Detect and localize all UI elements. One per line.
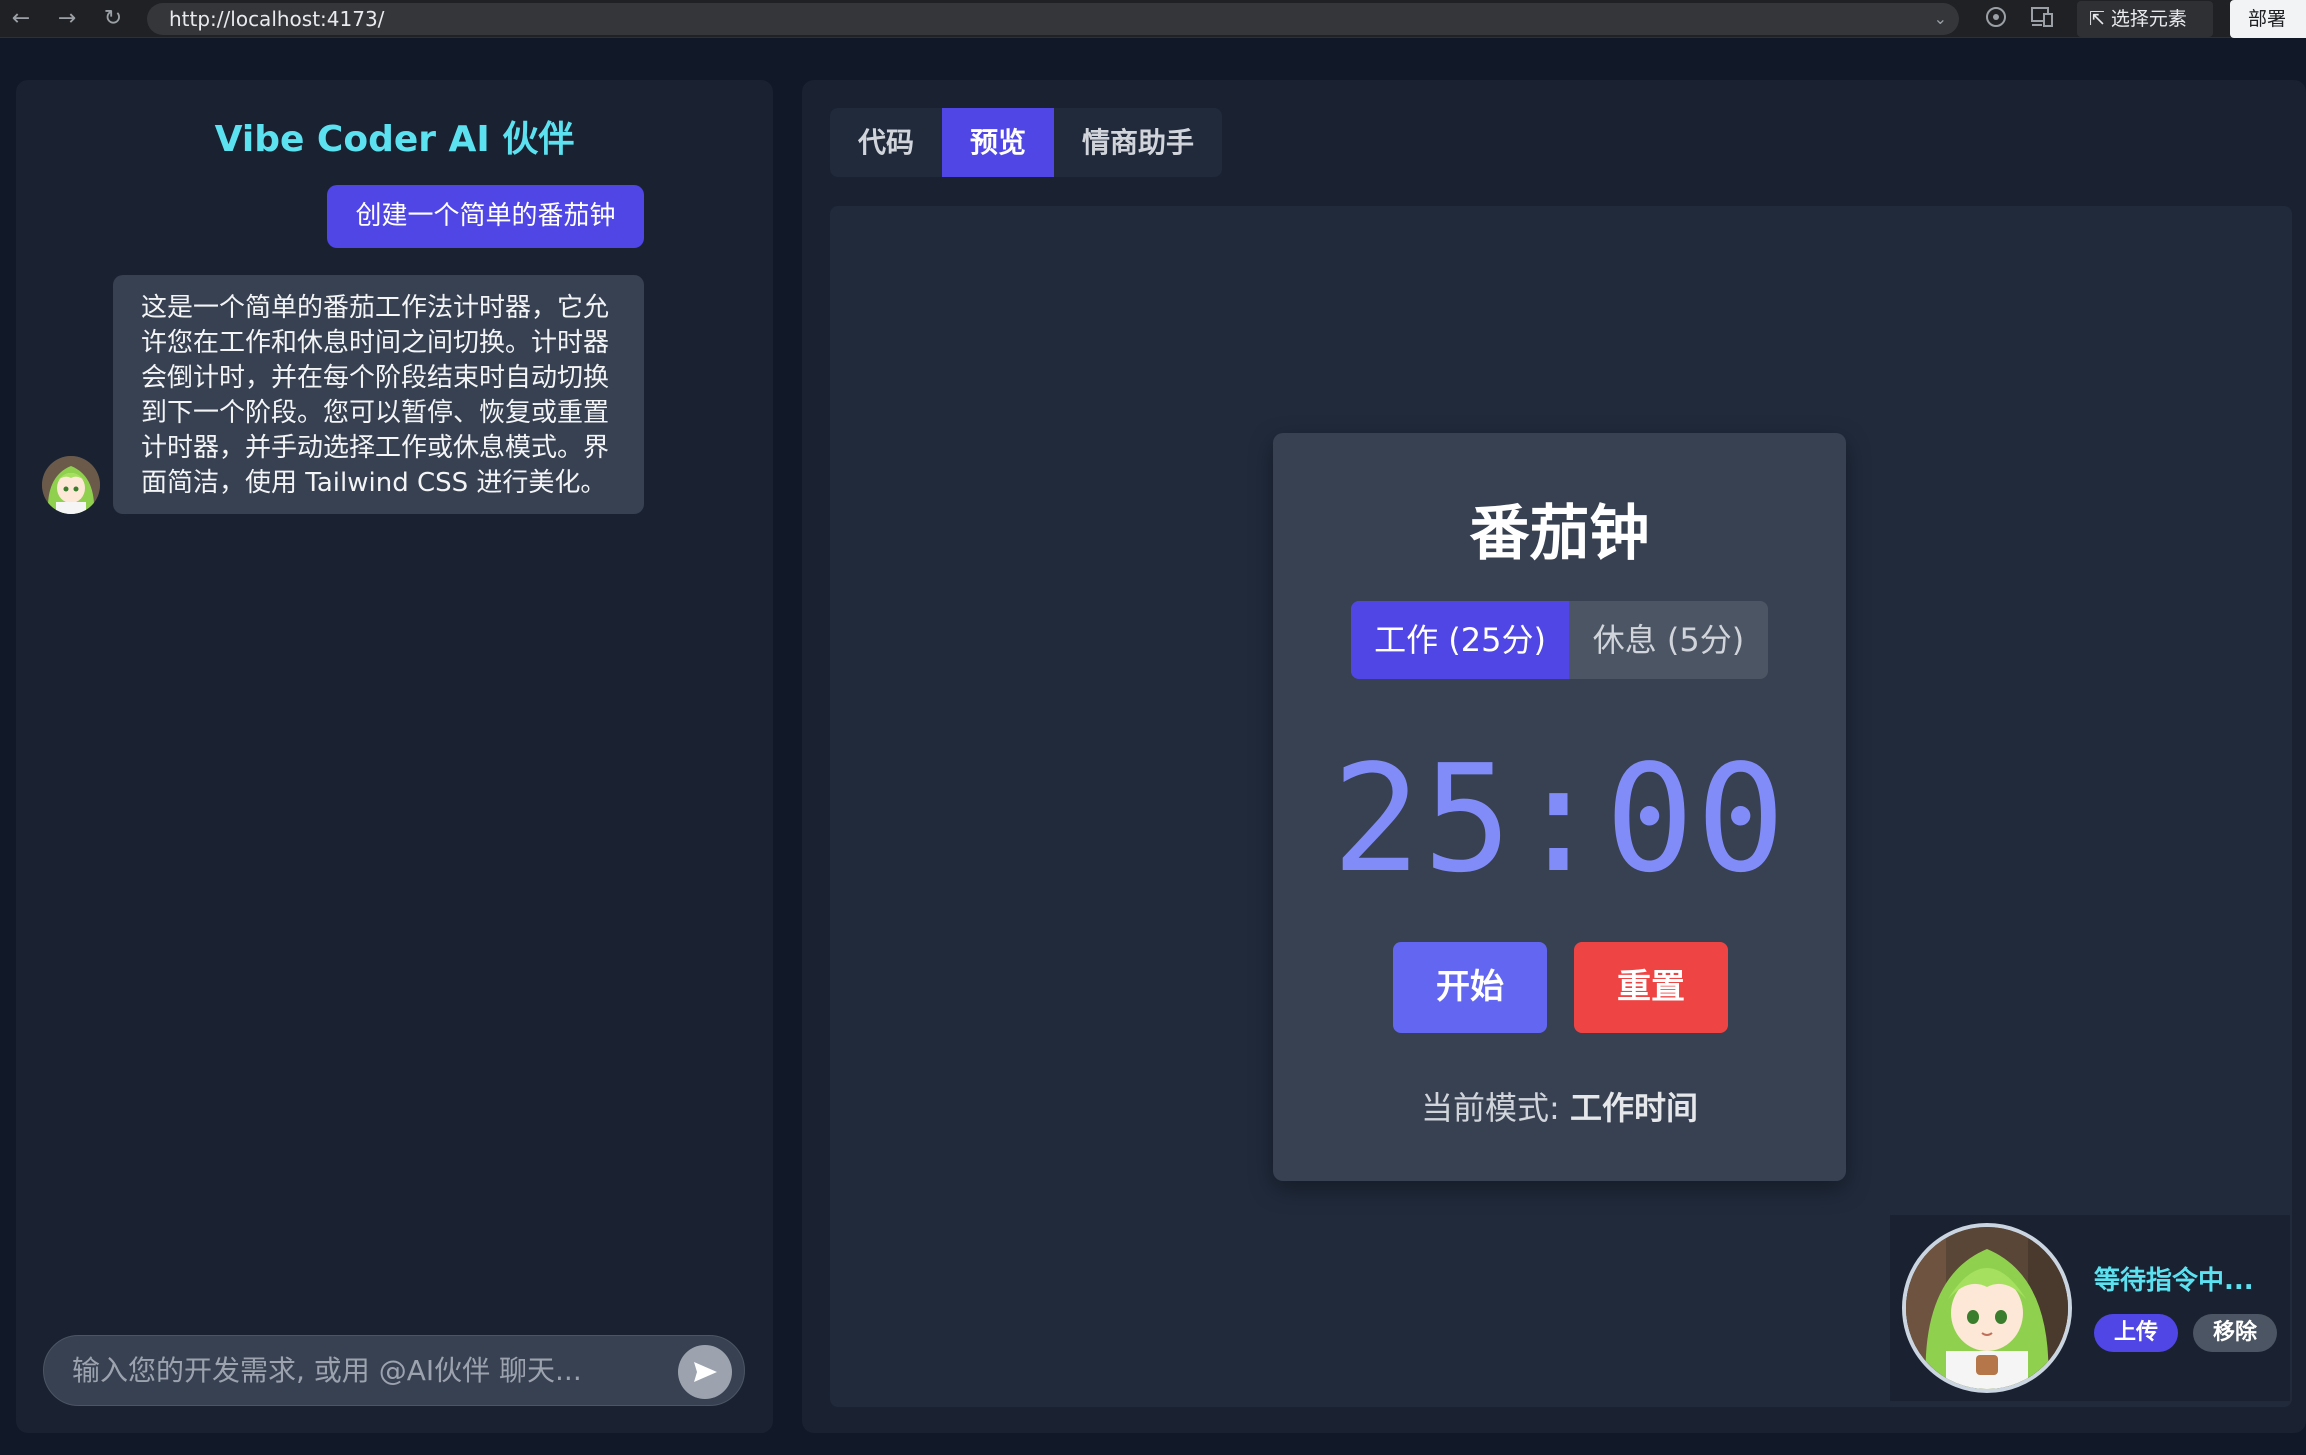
upload-button[interactable]: 上传: [2094, 1314, 2178, 1352]
deploy-button[interactable]: 部署: [2230, 0, 2306, 38]
ai-avatar: [42, 456, 100, 514]
remove-button[interactable]: 移除: [2193, 1314, 2277, 1352]
current-mode-prefix: 当前模式:: [1421, 1089, 1560, 1127]
pomodoro-card: 番茄钟 工作 (25分) 休息 (5分) 25:00 开始 重置 当前模式: 工…: [1273, 433, 1846, 1181]
chat-input-bar: [43, 1335, 745, 1406]
current-mode-line: 当前模式: 工作时间: [1273, 1083, 1846, 1129]
assistant-status: 等待指令中...: [2094, 1266, 2254, 1296]
work-mode-button[interactable]: 工作 (25分): [1351, 601, 1569, 679]
chat-panel: Vibe Coder AI 伙伴 创建一个简单的番茄钟 这是一个简单的番茄工作法…: [16, 80, 773, 1433]
mode-toggle: 工作 (25分) 休息 (5分): [1351, 601, 1768, 679]
send-button[interactable]: [678, 1345, 732, 1399]
back-icon[interactable]: ←: [6, 4, 36, 34]
tab-code[interactable]: 代码: [830, 108, 942, 177]
chat-title: Vibe Coder AI 伙伴: [214, 119, 575, 160]
assistant-avatar[interactable]: [1902, 1223, 2072, 1393]
deploy-label: 部署: [2248, 8, 2287, 30]
tab-preview[interactable]: 预览: [942, 108, 1054, 177]
send-icon: [694, 1362, 717, 1382]
reload-icon[interactable]: ↻: [98, 4, 128, 34]
tab-eq-assistant[interactable]: 情商助手: [1054, 108, 1222, 177]
floating-assistant: 等待指令中... 上传 移除: [1890, 1215, 2290, 1401]
chevron-down-icon[interactable]: ⌄: [1934, 3, 1947, 35]
forward-icon[interactable]: →: [52, 4, 82, 34]
chat-input[interactable]: [72, 1336, 672, 1405]
inspect-label: 选择元素: [2110, 8, 2187, 30]
user-message-bubble: 创建一个简单的番茄钟: [327, 185, 644, 248]
browser-toolbar: ← → ↻ http://localhost:4173/ ⌄ ⇱ 选择元素 部署: [0, 0, 2306, 38]
current-mode-value: 工作时间: [1569, 1089, 1698, 1127]
cursor-icon: ⇱: [2089, 8, 2105, 30]
view-tabs: 代码 预览 情商助手: [830, 108, 1222, 177]
ai-message-bubble: 这是一个简单的番茄工作法计时器，它允许您在工作和休息时间之间切换。计时器会倒计时…: [113, 275, 644, 514]
inspect-element-button[interactable]: ⇱ 选择元素: [2077, 1, 2213, 37]
device-icon[interactable]: [2028, 5, 2056, 33]
timer-display: 25:00: [1331, 733, 1788, 905]
url-text[interactable]: http://localhost:4173/: [169, 3, 384, 35]
start-button[interactable]: 开始: [1393, 942, 1547, 1033]
compass-icon[interactable]: [1982, 5, 2010, 33]
reset-button[interactable]: 重置: [1574, 942, 1728, 1033]
address-bar[interactable]: http://localhost:4173/ ⌄: [147, 3, 1959, 35]
pomodoro-title: 番茄钟: [1469, 499, 1650, 569]
break-mode-button[interactable]: 休息 (5分): [1569, 601, 1768, 679]
